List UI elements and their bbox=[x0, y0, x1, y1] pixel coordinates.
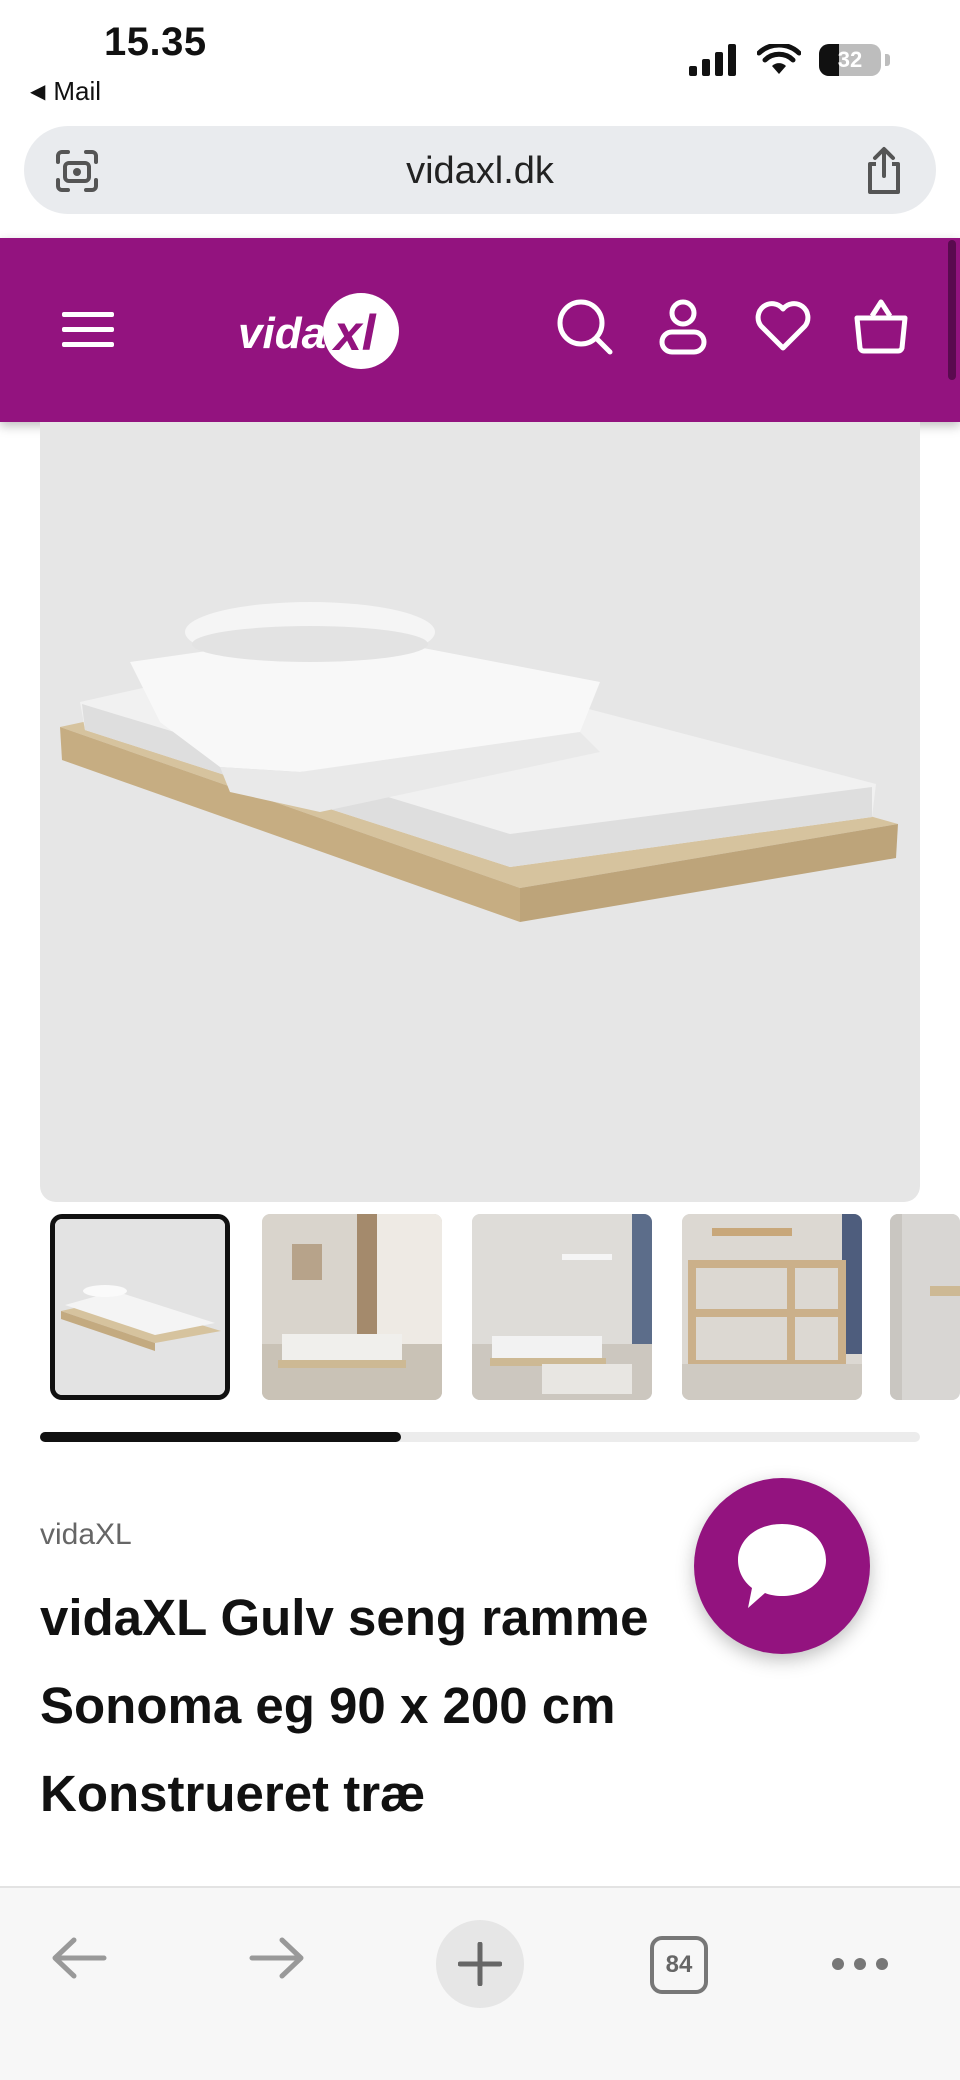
back-app-label: Mail bbox=[53, 76, 102, 106]
basket-icon[interactable] bbox=[852, 298, 910, 354]
gallery-thumbnail[interactable] bbox=[50, 1214, 230, 1400]
svg-text:xl: xl bbox=[331, 305, 377, 361]
status-time: 15.35 bbox=[104, 20, 207, 64]
back-to-mail-link[interactable]: ◀ Mail bbox=[30, 76, 101, 107]
chat-button[interactable] bbox=[694, 1478, 870, 1654]
new-tab-button[interactable] bbox=[436, 1920, 524, 2008]
gallery-thumbnail[interactable] bbox=[472, 1214, 652, 1400]
product-main-image[interactable] bbox=[40, 422, 920, 1202]
battery-icon: 32 bbox=[819, 44, 881, 76]
product-brand[interactable]: vidaXL bbox=[40, 1518, 132, 1552]
battery-percent: 32 bbox=[837, 47, 863, 72]
share-icon[interactable] bbox=[862, 146, 906, 196]
gallery-thumbnail[interactable] bbox=[890, 1214, 960, 1400]
plus-icon bbox=[458, 1942, 502, 1986]
site-header: vida xl bbox=[0, 238, 960, 422]
hamburger-menu-icon[interactable] bbox=[62, 310, 114, 350]
back-arrow-icon[interactable] bbox=[50, 1936, 108, 1980]
forward-arrow-icon[interactable] bbox=[248, 1936, 306, 1980]
svg-text:vida: vida bbox=[238, 309, 326, 358]
wifi-icon bbox=[757, 44, 801, 74]
product-title: vidaXL Gulv seng ramme Sonoma eg 90 x 20… bbox=[40, 1589, 649, 1822]
browser-bottom-toolbar: 84 bbox=[0, 1886, 960, 2080]
cellular-signal-icon bbox=[689, 44, 736, 76]
heart-icon[interactable] bbox=[754, 300, 812, 352]
account-icon[interactable] bbox=[658, 298, 708, 356]
page-scroll-indicator bbox=[948, 240, 956, 380]
url-text: vidaxl.dk bbox=[406, 150, 554, 192]
gallery-thumbnail[interactable] bbox=[682, 1214, 862, 1400]
vidaxl-logo[interactable]: vida xl bbox=[236, 286, 406, 376]
tabs-button[interactable]: 84 bbox=[650, 1936, 708, 1994]
status-icons: 32 bbox=[689, 44, 890, 76]
url-bar[interactable]: vidaxl.dk bbox=[24, 126, 936, 214]
chat-bubble-icon bbox=[738, 1524, 826, 1608]
more-icon[interactable] bbox=[832, 1958, 888, 1970]
search-icon[interactable] bbox=[556, 298, 614, 356]
gallery-progress-track bbox=[40, 1432, 920, 1442]
gallery-thumbnail[interactable] bbox=[262, 1214, 442, 1400]
back-triangle-icon: ◀ bbox=[30, 81, 46, 103]
gallery-progress-fill bbox=[40, 1432, 401, 1442]
